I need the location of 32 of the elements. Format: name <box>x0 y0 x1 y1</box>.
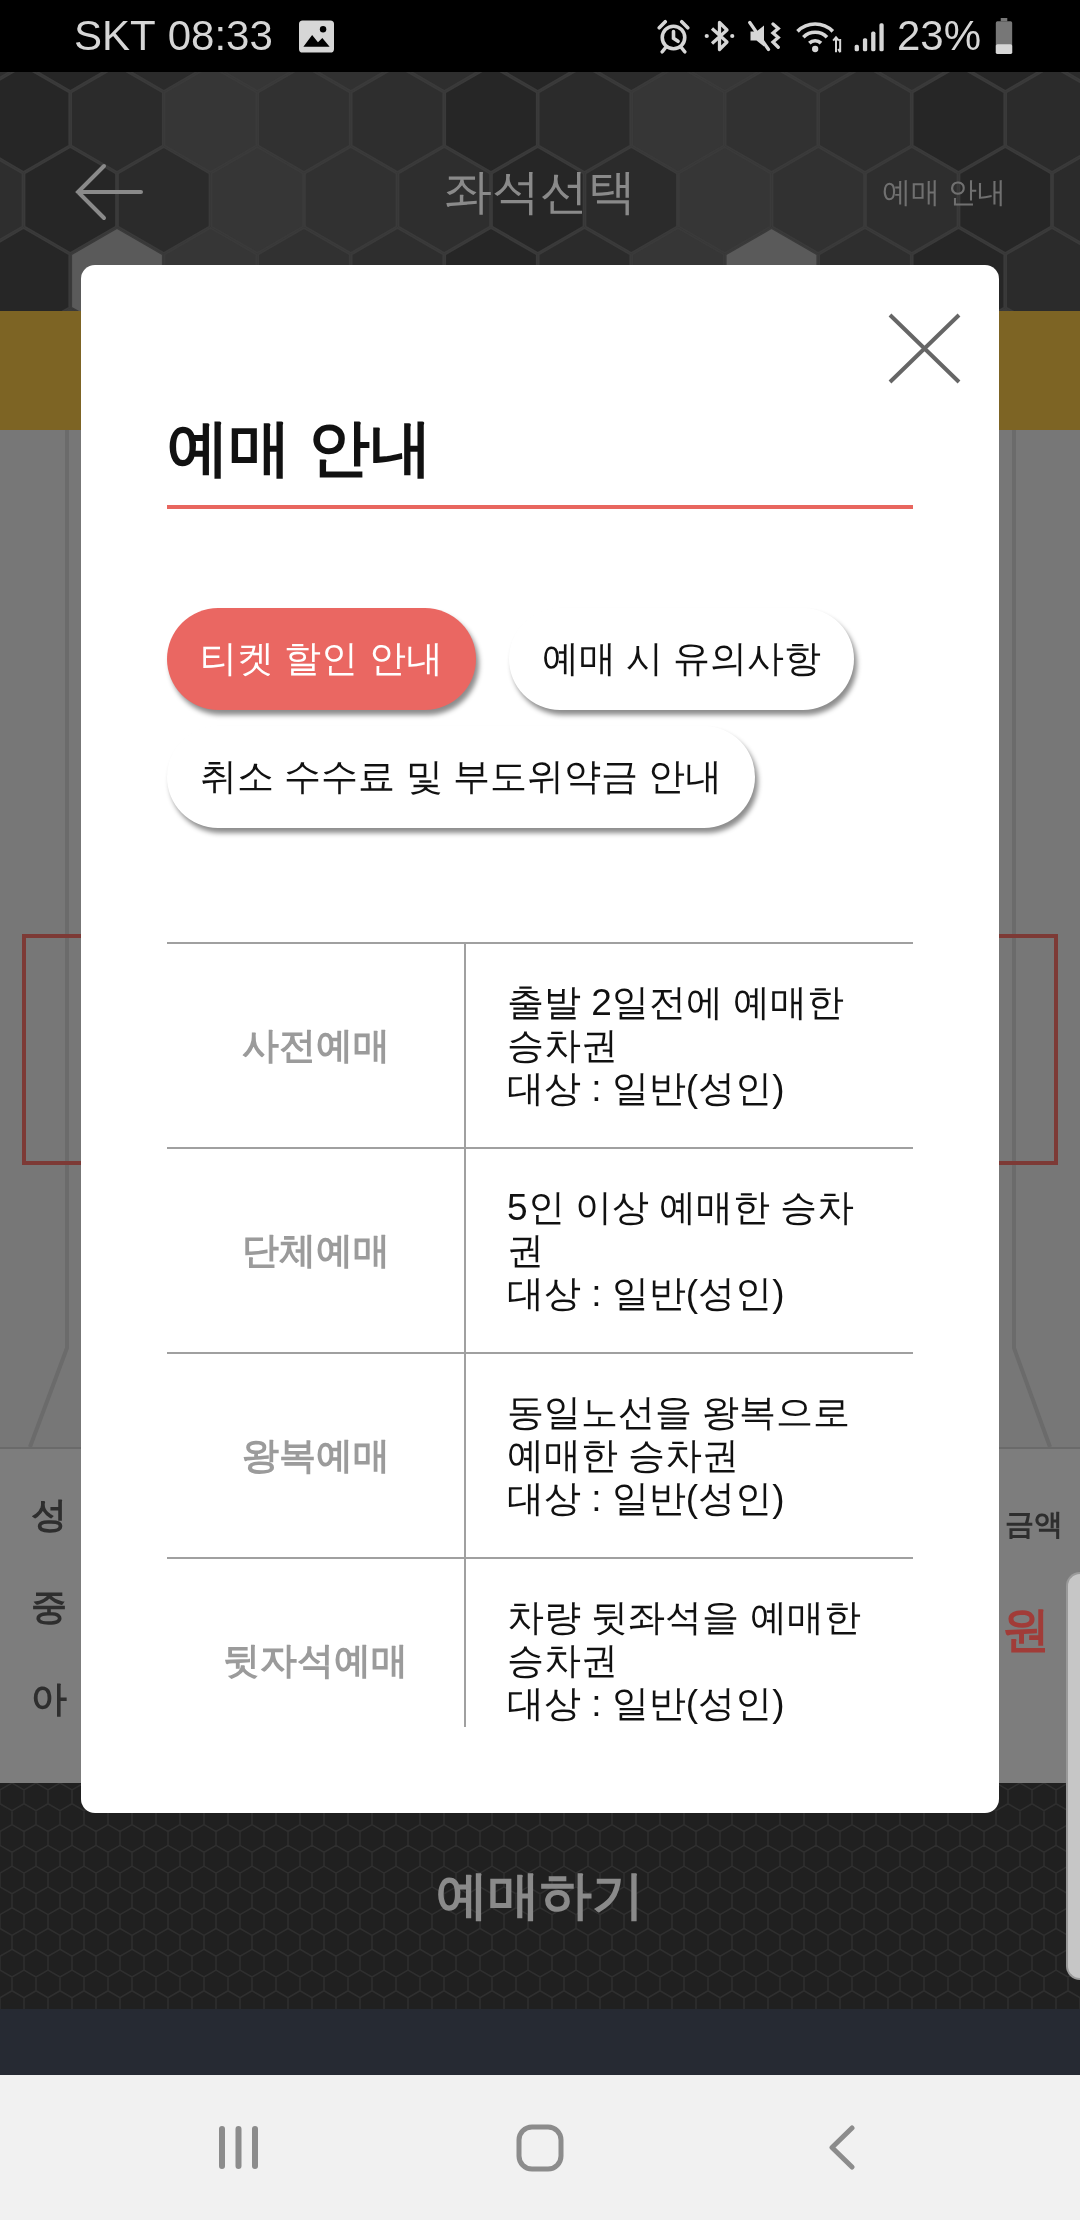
category-tab[interactable]: 취소 수수료 및 부도위약금 안내 <box>167 726 756 828</box>
image-icon <box>298 19 334 53</box>
close-icon[interactable] <box>888 313 961 384</box>
fare-type-description: 동일노선을 왕복으로 예매한 승차권 대상 : 일반(성인) <box>507 1391 852 1520</box>
edge-panel-handle[interactable] <box>1066 1572 1080 1980</box>
clock-time: 08:33 <box>167 12 273 60</box>
fare-type-label: 뒷자석예매 <box>223 1638 408 1683</box>
dialog-title: 예매 안내 <box>167 412 434 484</box>
alarm-clock-icon <box>654 18 692 54</box>
carrier-name: SKT <box>74 12 156 60</box>
battery-percentage: 23% <box>896 12 981 60</box>
recent-apps-icon[interactable] <box>217 2126 259 2169</box>
total-amount: 원 <box>1002 1602 1050 1658</box>
back-icon[interactable] <box>828 2125 856 2170</box>
total-label: 금액 <box>1005 1507 1063 1542</box>
fare-label: 아 <box>31 1677 67 1721</box>
screen-title: 좌석선택 <box>444 163 636 220</box>
bluetooth-icon <box>702 18 736 54</box>
muted-speaker-icon <box>746 18 784 54</box>
fare-type-label: 왕복예매 <box>241 1433 390 1478</box>
fare-type-description: 출발 2일전에 예매한 승차권 대상 : 일반(성인) <box>507 981 846 1110</box>
home-icon[interactable] <box>516 2123 564 2172</box>
guide-link[interactable]: 예매 안내 <box>881 173 1006 210</box>
fare-type-description: 5인 이상 예매한 승차권 대상 : 일반(성인) <box>507 1186 856 1315</box>
fare-type-label: 단체예매 <box>241 1228 390 1273</box>
fare-label: 중 <box>31 1585 67 1629</box>
fare-label: 성 <box>31 1493 67 1537</box>
category-tab[interactable]: 예매 시 유의사항 <box>508 608 855 710</box>
fare-type-description: 차량 뒷좌석을 예매한 승차권 대상 : 일반(성인) <box>507 1596 862 1725</box>
fare-type-label: 사전예매 <box>241 1023 390 1068</box>
category-tab[interactable]: 티켓 할인 안내 <box>167 608 476 710</box>
back-arrow-icon[interactable] <box>74 162 143 221</box>
